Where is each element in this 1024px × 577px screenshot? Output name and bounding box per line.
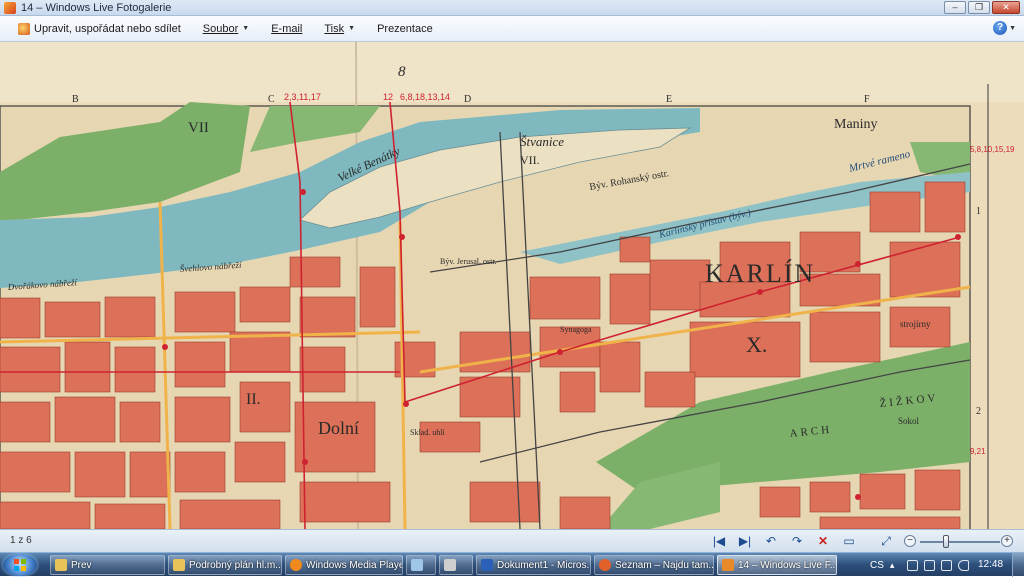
close-button[interactable]: ✕ bbox=[992, 1, 1020, 14]
firefox-icon bbox=[599, 559, 611, 571]
photo-edit-icon bbox=[18, 22, 30, 35]
title-bar: 14 – Windows Live Fotogalerie – ❐ ✕ bbox=[0, 0, 1024, 16]
show-desktop-button[interactable] bbox=[1012, 553, 1024, 577]
grid-number-1: 1 bbox=[976, 206, 981, 217]
place-label-strojirny: strojírny bbox=[900, 319, 931, 329]
taskbar-item-media-player[interactable]: Windows Media Player bbox=[285, 555, 403, 575]
place-label-jerusalem: Býv. Jerusal. ostr. bbox=[440, 257, 497, 266]
taskbar-item-prev[interactable]: Prev bbox=[50, 555, 165, 575]
district-label: VII bbox=[188, 120, 209, 136]
zoom-slider-track[interactable] bbox=[920, 541, 1000, 543]
windows-logo-icon bbox=[14, 559, 26, 571]
district-label: II. bbox=[246, 391, 261, 408]
window-controls: – ❐ ✕ bbox=[944, 1, 1020, 14]
taskbar-item-label: Podrobný plán hl.m.... bbox=[189, 559, 282, 571]
place-label-karlin: KARLÍN bbox=[705, 259, 815, 288]
tram-lines-label: 6,8,18,13,14 bbox=[400, 92, 450, 102]
folder-icon bbox=[55, 559, 67, 571]
help-button[interactable]: ? ▼ bbox=[993, 21, 1016, 35]
menu-edit-organize-share[interactable]: Upravit, uspořádat nebo sdílet bbox=[0, 22, 192, 35]
taskbar-item-label: Dokument1 - Micros... bbox=[497, 559, 591, 571]
menu-email-label: E-mail bbox=[271, 22, 303, 35]
slideshow-button[interactable]: ▭ bbox=[841, 534, 857, 549]
tram-lines-label: 5,8,10,15,19 bbox=[970, 145, 1015, 154]
system-tray: CS ▴ bbox=[870, 555, 969, 575]
taskbar-item-label: Windows Media Player bbox=[306, 559, 403, 571]
next-photo-button[interactable]: ▶| bbox=[737, 534, 753, 549]
help-icon: ? bbox=[993, 21, 1008, 35]
tram-lines-label: 12 bbox=[383, 92, 393, 102]
place-label-dolni: Dolní bbox=[318, 418, 359, 438]
grid-number-2: 2 bbox=[976, 406, 981, 417]
app-icon bbox=[4, 1, 16, 14]
rotate-right-button[interactable]: ↷ bbox=[789, 534, 805, 549]
device-icon[interactable] bbox=[906, 559, 918, 571]
grid-letter-b: B bbox=[72, 94, 79, 105]
map-image: B C D E F 1 2 8 2,3,11,17 12 6,8,18,13,1… bbox=[0, 42, 1024, 529]
menu-file[interactable]: Soubor ▼ bbox=[192, 23, 260, 35]
zoom-slider-thumb[interactable] bbox=[943, 535, 949, 548]
delete-button[interactable]: ✕ bbox=[815, 534, 831, 549]
grid-letter-d: D bbox=[464, 94, 471, 105]
tram-lines-label: 2,3,11,17 bbox=[284, 92, 321, 102]
place-label-sokol: Sokol bbox=[898, 416, 920, 426]
volume-icon[interactable] bbox=[957, 559, 969, 571]
taskbar: Prev Podrobný plán hl.m.... Windows Medi… bbox=[0, 552, 1024, 577]
window-icon bbox=[411, 559, 423, 571]
photo-viewer[interactable]: B C D E F 1 2 8 2,3,11,17 12 6,8,18,13,1… bbox=[0, 42, 1024, 529]
taskbar-item-label: 14 – Windows Live F... bbox=[738, 559, 837, 571]
calculator-icon bbox=[444, 559, 456, 571]
district-label: X. bbox=[746, 332, 767, 357]
taskbar-item-label: Seznam – Najdu tam... bbox=[615, 559, 714, 571]
menu-edit-organize-share-label: Upravit, uspořádat nebo sdílet bbox=[34, 22, 181, 35]
sheet-number: 8 bbox=[398, 64, 406, 80]
zoom-out-button[interactable]: − bbox=[904, 535, 916, 547]
photo-counter: 1 z 6 bbox=[10, 535, 32, 546]
viewer-controls: 1 z 6 |◀ ▶| ↶ ↷ ✕ ▭ ⤢ − + bbox=[0, 529, 1024, 552]
clock[interactable]: 12:48 bbox=[978, 559, 1003, 570]
flag-icon[interactable] bbox=[940, 559, 952, 571]
word-document-icon bbox=[481, 559, 493, 571]
taskbar-item-app[interactable] bbox=[406, 555, 436, 575]
grid-letter-e: E bbox=[666, 94, 672, 105]
place-label-maniny: Maniny bbox=[834, 117, 878, 132]
window-title: 14 – Windows Live Fotogalerie bbox=[21, 1, 172, 14]
menu-print-label: Tisk bbox=[324, 22, 345, 35]
district-label: VII. bbox=[520, 153, 540, 167]
taskbar-item-word[interactable]: Dokument1 - Micros... bbox=[476, 555, 591, 575]
place-label-sklad: Sklad. uhlí bbox=[410, 428, 445, 437]
language-indicator[interactable]: CS bbox=[870, 560, 884, 571]
previous-photo-button[interactable]: |◀ bbox=[711, 534, 727, 549]
place-label-synagoga: Synagoga bbox=[560, 325, 592, 334]
menu-print[interactable]: Tisk ▼ bbox=[313, 23, 366, 35]
chevron-down-icon: ▼ bbox=[242, 25, 250, 32]
photo-gallery-icon bbox=[722, 559, 734, 571]
maximize-button[interactable]: ❐ bbox=[968, 1, 990, 14]
menu-file-label: Soubor bbox=[202, 22, 239, 35]
menu-bar: Upravit, uspořádat nebo sdílet Soubor ▼ … bbox=[0, 16, 1024, 42]
taskbar-item-label: Prev bbox=[71, 559, 92, 571]
tray-arrow-icon[interactable]: ▴ bbox=[890, 560, 901, 571]
chevron-down-icon: ▼ bbox=[348, 25, 356, 32]
menu-email[interactable]: E-mail bbox=[260, 23, 313, 35]
network-icon[interactable] bbox=[923, 559, 935, 571]
menu-slideshow-label: Prezentace bbox=[377, 22, 433, 35]
grid-letter-f: F bbox=[864, 94, 870, 105]
rotate-left-button[interactable]: ↶ bbox=[763, 534, 779, 549]
tram-lines-label: 9,21 bbox=[970, 447, 986, 456]
minimize-button[interactable]: – bbox=[944, 1, 966, 14]
start-button[interactable] bbox=[3, 554, 37, 576]
taskbar-item-firefox[interactable]: Seznam – Najdu tam... bbox=[594, 555, 714, 575]
taskbar-item-photo-gallery[interactable]: 14 – Windows Live F... bbox=[717, 555, 837, 575]
grid-letter-c: C bbox=[268, 94, 275, 105]
media-player-icon bbox=[290, 559, 302, 571]
place-label-stvanice: Štvanice bbox=[520, 134, 564, 149]
taskbar-item-folder[interactable]: Podrobný plán hl.m.... bbox=[168, 555, 282, 575]
actual-size-button[interactable]: ⤢ bbox=[878, 534, 894, 549]
menu-slideshow[interactable]: Prezentace bbox=[366, 23, 444, 35]
folder-icon bbox=[173, 559, 185, 571]
taskbar-item-tool[interactable] bbox=[439, 555, 473, 575]
zoom-in-button[interactable]: + bbox=[1001, 535, 1013, 547]
chevron-down-icon: ▼ bbox=[1009, 24, 1016, 32]
